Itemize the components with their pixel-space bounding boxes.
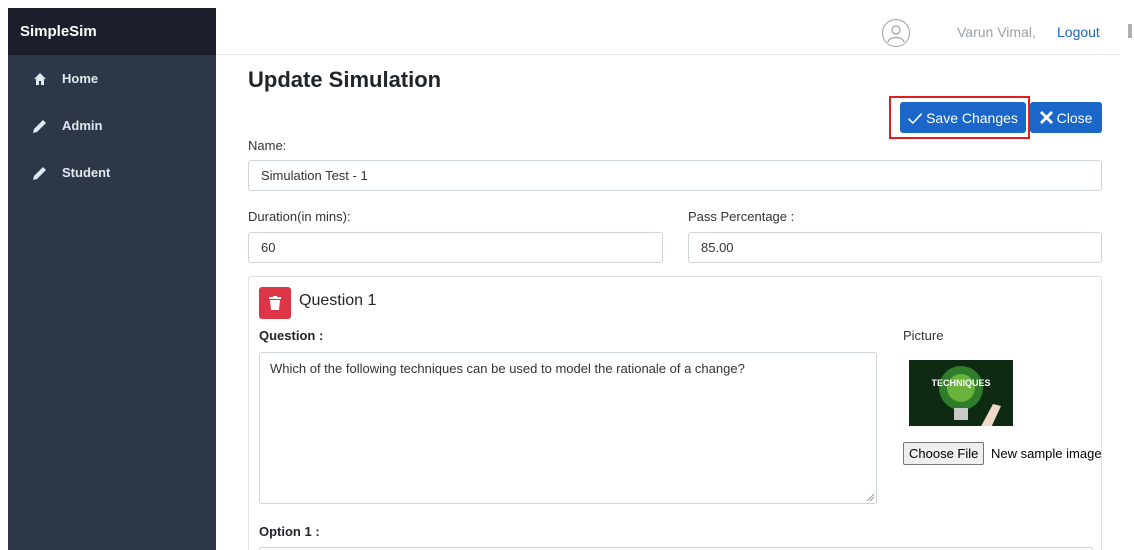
sidebar-item-label: Admin: [62, 118, 103, 133]
logout-link[interactable]: Logout: [1057, 24, 1100, 40]
question-text: Which of the following techniques can be…: [270, 361, 745, 376]
check-icon: [908, 112, 923, 124]
brand-logo[interactable]: SimpleSim: [8, 8, 216, 55]
duration-field[interactable]: 60: [248, 232, 663, 263]
user-icon[interactable]: [882, 19, 910, 47]
sidebar-item-label: Home: [62, 71, 99, 86]
page-title: Update Simulation: [248, 67, 442, 92]
scrollbar[interactable]: [1120, 0, 1134, 550]
close-icon: [1039, 111, 1053, 124]
picture-caption: TECHNIQUES: [931, 378, 990, 388]
name-field[interactable]: Simulation Test - 1: [248, 160, 1102, 191]
sidebar: SimpleSim Home Admin Student: [8, 8, 216, 550]
sidebar-item-label: Student: [62, 165, 111, 180]
home-icon: [32, 71, 48, 87]
pass-percentage-field[interactable]: 85.00: [688, 232, 1102, 263]
close-button[interactable]: Close: [1030, 102, 1102, 133]
name-value: Simulation Test - 1: [261, 168, 368, 183]
app-root: SimpleSim Home Admin Student Varun Vimal…: [0, 0, 1134, 550]
sidebar-item-student[interactable]: Student: [8, 149, 216, 196]
sidebar-item-home[interactable]: Home: [8, 55, 216, 102]
main-content: Update Simulation Save Changes Close Nam…: [236, 55, 1112, 550]
duration-value: 60: [261, 240, 276, 255]
option-1-label: Option 1 :: [259, 524, 320, 539]
trash-icon: [269, 296, 281, 310]
question-title: Question 1: [299, 292, 377, 309]
left-gutter: [0, 0, 8, 550]
scrollbar-thumb[interactable]: [1128, 24, 1132, 38]
top-bar: Varun Vimal, Logout: [216, 8, 1120, 55]
user-name: Varun Vimal,: [957, 24, 1036, 40]
question-card: Question 1 Question : Which of the follo…: [248, 276, 1102, 550]
question-picture: TECHNIQUES: [909, 360, 1013, 432]
name-label: Name:: [248, 138, 287, 153]
file-name: New sample image: [991, 446, 1102, 461]
close-label: Close: [1056, 109, 1093, 126]
question-label: Question :: [259, 328, 324, 343]
duration-label: Duration(in mins):: [248, 209, 351, 224]
question-textarea[interactable]: Which of the following techniques can be…: [259, 352, 877, 504]
choose-file-button[interactable]: Choose File: [903, 442, 985, 465]
pass-percentage-label: Pass Percentage :: [688, 209, 795, 224]
pencil-icon: [32, 165, 48, 181]
delete-question-button[interactable]: [259, 287, 291, 319]
resize-handle-icon[interactable]: [866, 493, 874, 501]
picture-label: Picture: [903, 328, 944, 343]
save-changes-button[interactable]: Save Changes: [900, 102, 1026, 133]
pencil-icon: [32, 118, 48, 134]
sidebar-item-admin[interactable]: Admin: [8, 102, 216, 149]
save-changes-label: Save Changes: [926, 109, 1018, 126]
pass-percentage-value: 85.00: [701, 240, 734, 255]
